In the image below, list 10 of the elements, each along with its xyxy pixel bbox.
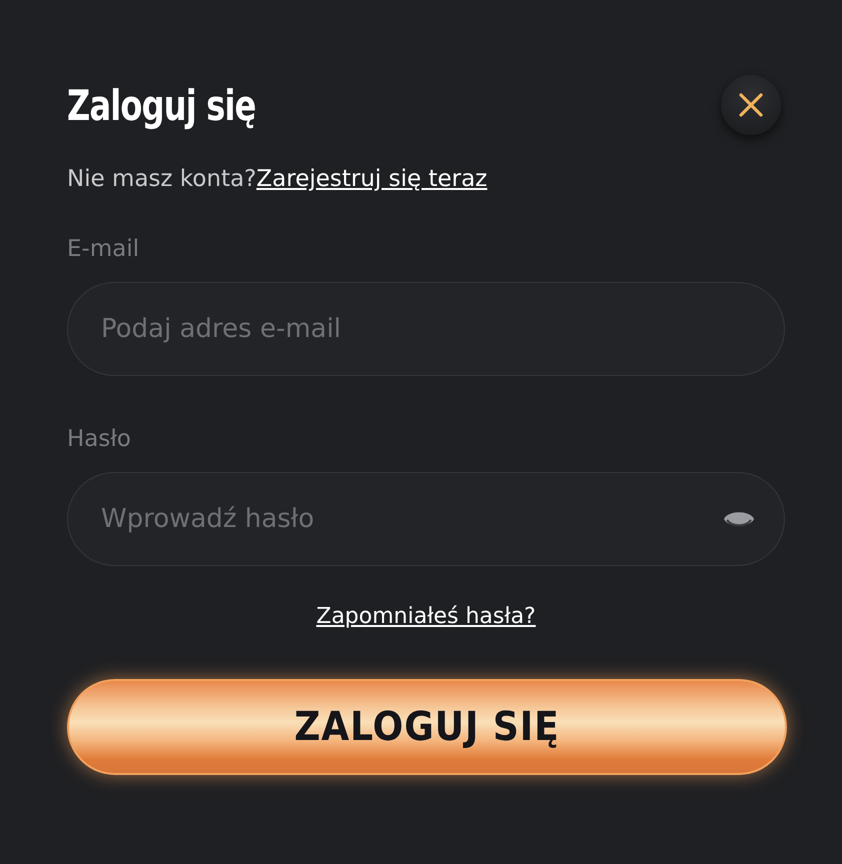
login-button[interactable]: ZALOGUJ SIĘ <box>67 679 787 775</box>
field-label: Hasło <box>67 426 132 452</box>
email-field[interactable]: Podaj adres e-mail <box>67 282 785 376</box>
close-icon <box>738 92 764 118</box>
register-prompt: Nie masz konta? <box>67 166 256 192</box>
dialog-title: Zaloguj się <box>67 80 256 130</box>
register-link[interactable]: Zarejestruj się teraz <box>256 166 488 192</box>
password-field[interactable]: Wprowadź hasło <box>67 472 785 566</box>
field-label: E-mail <box>67 236 140 262</box>
forgot-password-link[interactable]: Zapomniałeś hasła? <box>316 604 536 629</box>
